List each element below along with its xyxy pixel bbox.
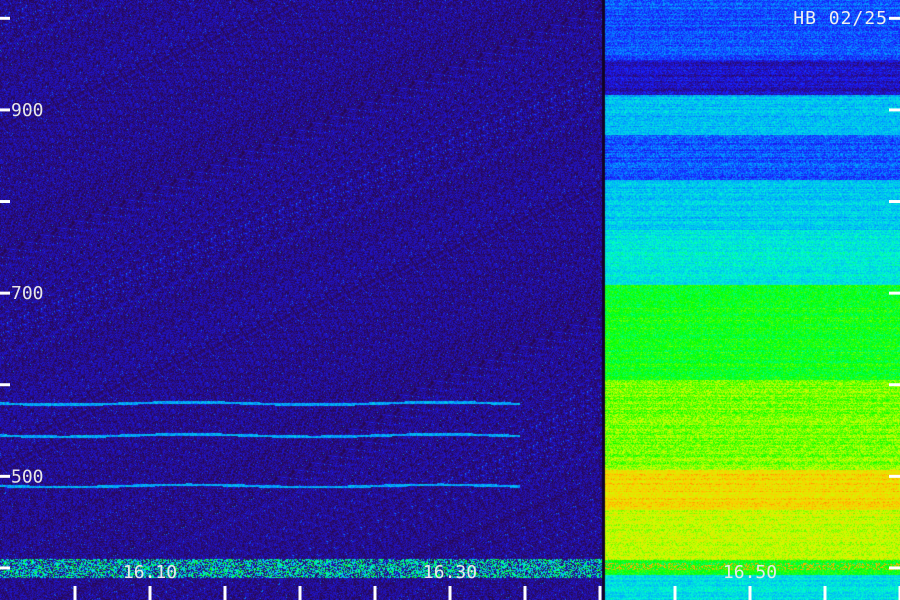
axes-overlay: HB 02/25 900 700 500 16.10 16.30 16.50 (0, 8, 900, 600)
spectrogram-chart: HB 02/25 900 700 500 16.10 16.30 16.50 (0, 0, 900, 600)
x-axis-ticks: 16.10 16.30 16.50 (73, 562, 900, 600)
x-tick-label: 16.10 (123, 562, 177, 583)
x-tick-label: 16.50 (723, 562, 777, 583)
date-stamp: HB 02/25 (793, 8, 888, 29)
y-tick-label: 500 (11, 466, 44, 487)
x-tick-label: 16.30 (423, 562, 477, 583)
y-axis-ticks: 900 700 500 (0, 16, 900, 570)
y-tick-label: 700 (11, 283, 44, 304)
y-tick-label: 900 (11, 100, 44, 121)
